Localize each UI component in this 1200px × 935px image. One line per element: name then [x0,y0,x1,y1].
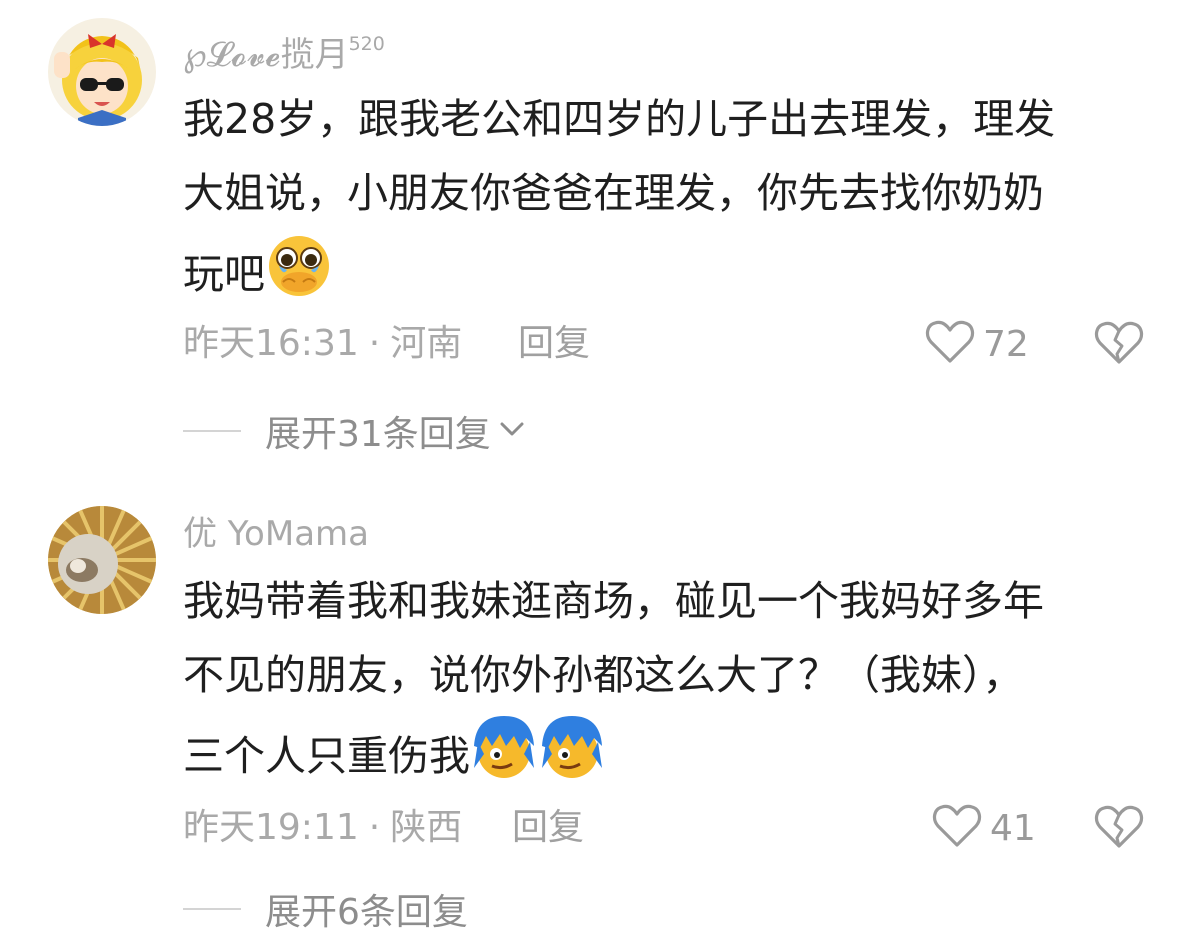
reply-button[interactable]: 回复 [518,322,590,366]
reply-button[interactable]: 回复 [512,806,584,850]
comment-line: 玩吧 [183,250,265,298]
comment-meta: 昨天16:31 · 河南 [183,322,462,366]
blue-hair-face-emoji-icon [470,712,538,780]
username[interactable]: ℘𝓛𝓸𝓿𝓮揽月520 [183,24,385,75]
comment-line: 不见的朋友，说你外孙都这么大了？（我妹）， [183,651,1024,699]
comment-location: 陕西 [390,807,463,848]
username-text: 优 YoMama [183,514,369,554]
like-count: 41 [990,807,1036,849]
comment-line-with-emoji: 玩吧 [183,230,1173,304]
meta-separator: · [368,323,381,364]
avatar[interactable] [48,506,156,614]
username[interactable]: 优 YoMama [183,514,369,554]
user-badge: 520 [348,33,385,55]
comment-time: 昨天19:11 [183,807,359,848]
avatar-image [48,18,156,126]
comment-text: 我妈带着我和我妹逛商场，碰见一个我妈好多年 不见的朋友，说你外孙都这么大了？（我… [183,564,1173,786]
expand-replies-button[interactable]: 展开6条回复 [183,884,468,934]
heart-outline-icon [925,319,975,369]
comment-meta: 昨天19:11 · 陕西 [183,806,462,850]
dislike-button[interactable] [1094,804,1144,852]
like-button[interactable]: 41 [932,804,1036,852]
broken-heart-icon [1094,805,1144,854]
heart-outline-icon [932,803,982,853]
comment-line-with-emoji: 三个人只重伤我 [183,712,1173,786]
comment-item: 优 YoMama 我妈带着我和我妹逛商场，碰见一个我妈好多年 不见的朋友，说你外… [0,480,1200,933]
comment-line: 大姐说，小朋友你爸爸在理发，你先去找你奶奶 [183,169,1044,217]
comment-location: 河南 [390,323,463,364]
broken-heart-icon [1094,321,1144,370]
comment-item: ℘𝓛𝓸𝓿𝓮揽月520 我28岁，跟我老公和四岁的儿子出去理发，理发 大姐说，小朋… [0,0,1200,480]
avatar-image [48,506,156,614]
comment-text: 我28岁，跟我老公和四岁的儿子出去理发，理发 大姐说，小朋友你爸爸在理发，你先去… [183,82,1173,304]
comment-line: 我28岁，跟我老公和四岁的儿子出去理发，理发 [183,95,1056,143]
comment-line: 三个人只重伤我 [183,732,470,780]
chevron-down-icon [497,418,527,444]
expand-replies-button[interactable]: 展开31条回复 [183,406,527,456]
expand-replies-label: 展开6条回复 [265,892,468,933]
meta-separator: · [368,807,381,848]
divider-line [183,908,241,910]
like-count: 72 [983,323,1029,365]
dislike-button[interactable] [1094,320,1144,368]
comment-line: 我妈带着我和我妹逛商场，碰见一个我妈好多年 [183,577,1044,625]
comment-time: 昨天16:31 [183,323,359,364]
username-text: ℘𝓛𝓸𝓿𝓮揽月 [183,35,349,75]
crying-face-emoji-icon [265,230,333,298]
expand-replies-label: 展开31条回复 [265,414,491,455]
like-button[interactable]: 72 [925,320,1029,368]
blue-hair-face-emoji-icon [538,712,606,780]
avatar[interactable] [48,18,156,126]
divider-line [183,430,241,432]
